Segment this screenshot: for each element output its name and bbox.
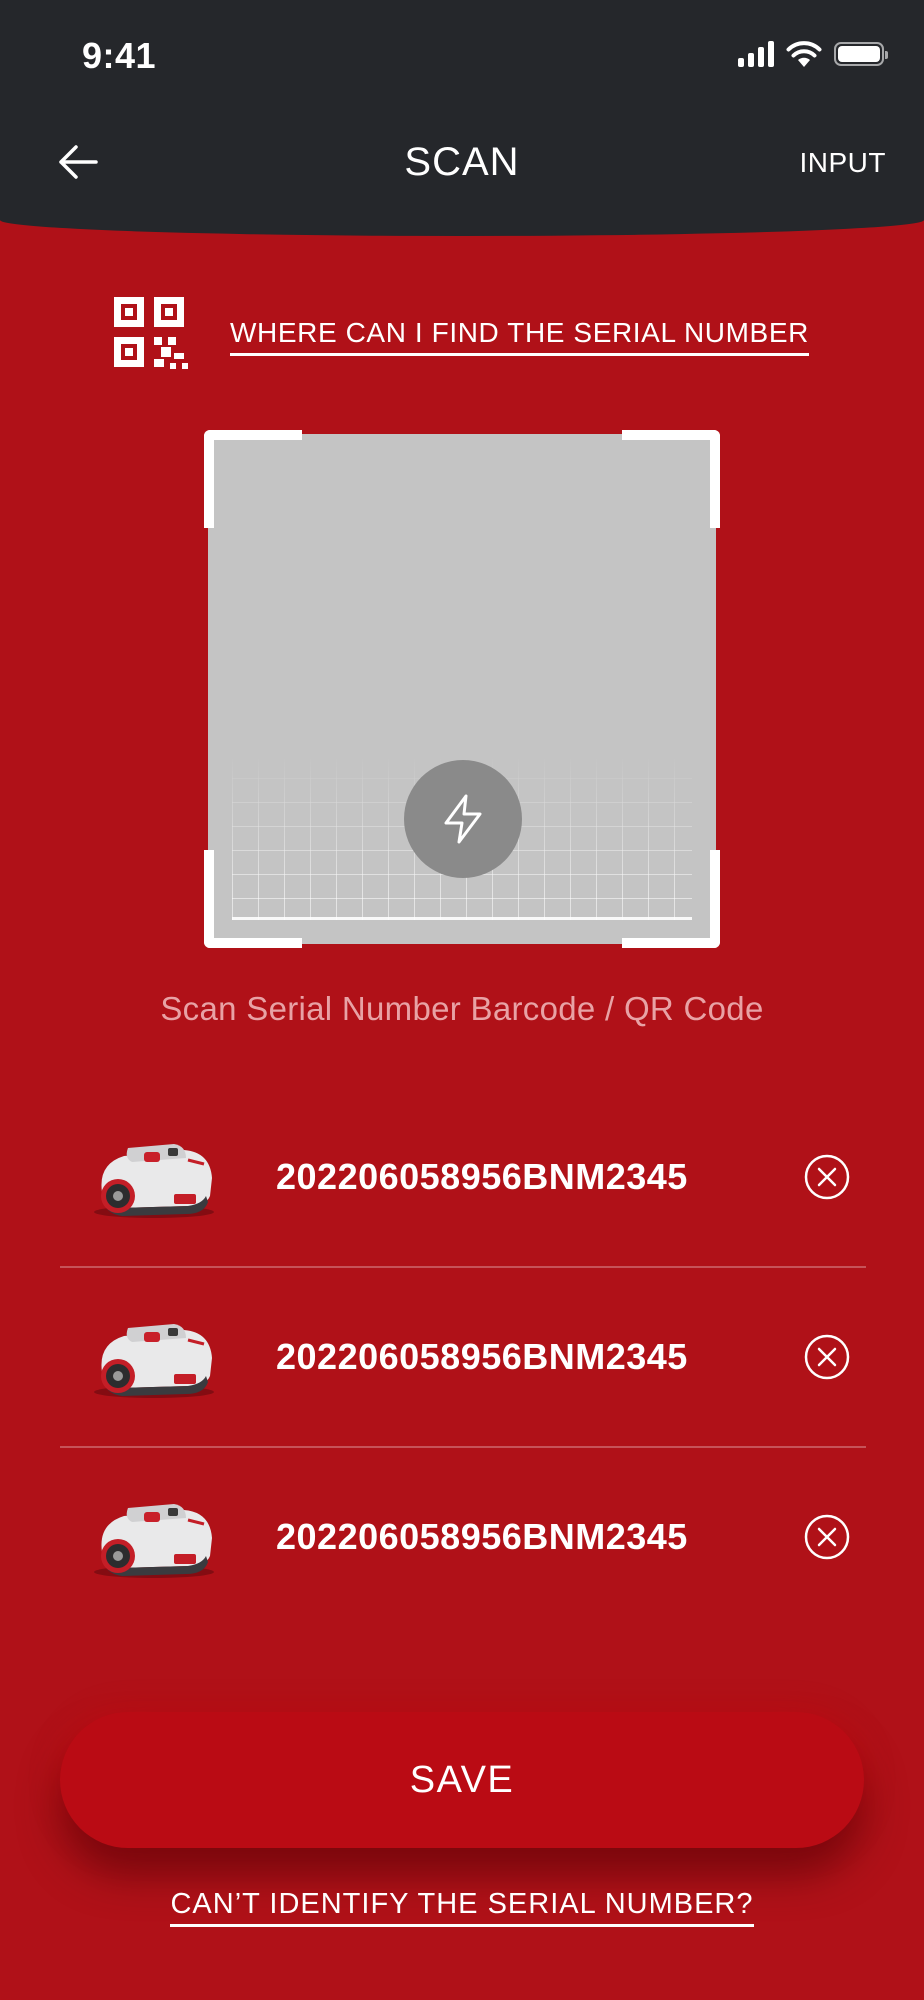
cant-identify-serial-link[interactable]: CAN’T IDENTIFY THE SERIAL NUMBER? [170, 1888, 754, 1927]
cellular-signal-icon [738, 41, 774, 67]
app-header: 9:41 SCAN INPUT [0, 0, 924, 236]
scan-frame-corner [622, 850, 720, 948]
scan-frame-corner [204, 850, 302, 948]
list-item: 202206058956BNM2345 [60, 1448, 866, 1628]
circle-x-icon[interactable] [804, 1334, 850, 1380]
wifi-icon [786, 41, 822, 67]
lightning-bolt-icon [444, 794, 482, 844]
scanned-device-list: 202206058956BNM2345 202206058956BNM2345 [60, 1088, 866, 1628]
robot-mower-image [94, 1504, 214, 1578]
device-serial-number: 202206058956BNM2345 [276, 1156, 688, 1197]
serial-help-row: WHERE CAN I FIND THE SERIAL NUMBER [112, 295, 809, 377]
input-button[interactable]: INPUT [800, 147, 887, 179]
robot-mower-image [94, 1324, 214, 1398]
list-item: 202206058956BNM2345 [60, 1268, 866, 1448]
scan-frame-corner [622, 430, 720, 528]
qr-code-icon [114, 297, 188, 369]
save-button[interactable]: SAVE [60, 1712, 864, 1848]
flashlight-toggle-button[interactable] [404, 760, 522, 878]
serial-help-link[interactable]: WHERE CAN I FIND THE SERIAL NUMBER [230, 317, 809, 356]
status-icons [738, 40, 888, 68]
device-serial-number: 202206058956BNM2345 [276, 1336, 688, 1377]
device-serial-number: 202206058956BNM2345 [276, 1516, 688, 1557]
footer-help: CAN’T IDENTIFY THE SERIAL NUMBER? [0, 1888, 924, 1927]
scanner-viewfinder [204, 430, 720, 948]
circle-x-icon[interactable] [804, 1514, 850, 1560]
circle-x-icon[interactable] [804, 1154, 850, 1200]
robot-mower-image [94, 1144, 214, 1218]
status-time: 9:41 [82, 35, 157, 76]
scan-instruction: Scan Serial Number Barcode / QR Code [160, 990, 764, 1027]
battery-icon [834, 42, 888, 66]
page-title: SCAN [404, 140, 520, 184]
list-item: 202206058956BNM2345 [60, 1088, 866, 1268]
scan-frame-corner [204, 430, 302, 528]
